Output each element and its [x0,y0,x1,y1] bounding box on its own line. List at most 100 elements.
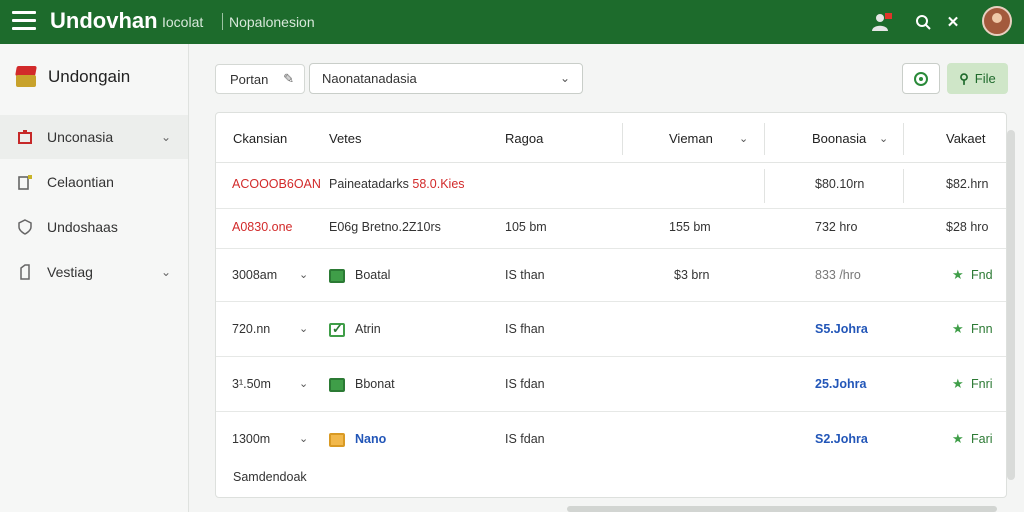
top-app-bar: Undovhan Iocolat Nopalonesion ✕ [0,0,1024,44]
portan-chip[interactable]: Portan ✎ [215,64,305,94]
avatar[interactable] [982,6,1012,36]
table-header: Ckansian Vetes Ragoa Vieman ⌄ Boonasia ⌄… [216,113,1006,163]
vertical-scrollbar[interactable] [1005,130,1017,482]
nav-separator [222,13,223,30]
data-table: Ckansian Vetes Ragoa Vieman ⌄ Boonasia ⌄… [215,112,1007,498]
star-icon[interactable]: ★ [952,431,964,447]
chevron-down-icon[interactable]: ⌄ [299,377,308,390]
sidebar-item-undoshaas[interactable]: Undoshaas [0,205,188,249]
status-box-icon[interactable] [329,269,345,283]
scroll-thumb[interactable] [1007,130,1015,480]
star-icon[interactable]: ★ [952,267,964,283]
cell-status: Fnri [971,377,993,391]
cell-value: 105 bm [505,220,547,234]
table-row[interactable]: 3008am ⌄ Boatal IS than $3 brn 833 /hro … [216,249,1006,302]
sidebar-item-label: Undoshaas [47,219,118,235]
column-divider [622,123,623,155]
chevron-down-icon[interactable]: ⌄ [299,322,308,335]
table-row[interactable]: ACOOOB6OAN Paineatadarks 58.0.Kies $80.1… [216,163,1006,209]
app-title: Undovhan [50,8,158,33]
cell-name: Nano [355,432,387,446]
cell-value: S2.Johra [815,432,868,446]
table-row[interactable]: 720.nn ⌄ Atrin IS fhan S5.Johra ★ Fnn [216,302,1006,357]
pencil-icon[interactable]: ✎ [283,71,294,87]
sidebar-item-label: Celaontian [47,174,114,190]
column-header[interactable]: Ragoa [505,131,543,146]
cell-detail: Paineatadarks 58.0.Kies [329,177,465,191]
cell-value: 732 hro [815,220,858,234]
column-header[interactable]: Vakaet [946,131,986,146]
filter-select[interactable]: Naonatanadasia ⌄ [309,63,583,94]
search-icon[interactable] [911,10,935,34]
chevron-down-icon[interactable]: ⌄ [161,265,171,279]
nav-link-nopalonesion[interactable]: Nopalonesion [229,14,315,30]
brand-cube-icon [14,66,38,88]
cell-value: S5.Johra [815,322,868,336]
chevron-down-icon[interactable]: ⌄ [161,130,171,144]
star-icon[interactable]: ★ [952,376,964,392]
column-header[interactable]: Boonasia [812,131,866,146]
table-row[interactable]: 1300m ⌄ Nano IS fdan S2.Johra ★ Fari Sam… [216,412,1006,497]
target-button[interactable] [902,63,940,94]
column-header[interactable]: Ckansian [233,131,287,146]
sidebar-item-unconasia[interactable]: Unconasia ⌄ [0,115,188,159]
sidebar-item-label: Vestiag [47,264,93,280]
table-row[interactable]: 3¹.50m ⌄ Bbonat IS fdan 25.Johra ★ Fnri [216,357,1006,412]
cell-value: IS fdan [505,432,545,446]
shield-icon [16,218,34,236]
target-icon [914,71,928,86]
sidebar-brand[interactable]: Undongain [14,66,130,88]
sidebar: Undongain Unconasia ⌄ Celaontian Undosha… [0,44,189,512]
scroll-thumb[interactable] [567,506,997,512]
file-button[interactable]: ⚲ File [947,63,1008,94]
chevron-down-icon[interactable]: ⌄ [739,132,748,145]
cell-time: 1300m [232,432,271,446]
sidebar-item-label: Unconasia [47,129,114,145]
cell-value: 833 /hro [815,268,861,282]
chevron-down-icon[interactable]: ⌄ [879,132,888,145]
chip-label: Portan [230,71,269,87]
brand-label: Undongain [48,67,131,86]
horizontal-scrollbar[interactable] [232,504,1002,512]
folder-icon [16,173,34,191]
cell-id: A0830.one [232,220,293,234]
sidebar-item-celaontian[interactable]: Celaontian [0,160,188,204]
cell-time: 720.nn [232,322,271,336]
chevron-down-icon: ⌄ [559,71,570,85]
nav-link-iocolat[interactable]: Iocolat [162,14,203,30]
sidebar-item-vestiag[interactable]: Vestiag ⌄ [0,250,188,294]
search-icon: ⚲ [959,70,969,86]
cell-status: Fnn [971,322,993,336]
cell-value: IS fdan [505,377,545,391]
cell-status: Fari [971,432,993,446]
status-box-icon[interactable] [329,378,345,392]
close-icon[interactable]: ✕ [941,10,965,34]
column-divider [903,169,904,203]
cell-value: $28 hro [946,220,989,234]
column-divider [764,123,765,155]
cell-detail-text: Paineatadarks [329,177,409,191]
status-box-icon[interactable] [329,433,345,447]
cell-name: Boatal [355,268,391,282]
cell-value: IS fhan [505,322,545,336]
document-icon [16,263,34,281]
table-footer[interactable]: Samdendoak [233,470,307,484]
star-icon[interactable]: ★ [952,321,964,337]
menu-icon[interactable] [12,11,36,31]
chevron-down-icon[interactable]: ⌄ [299,432,308,445]
cell-value: 25.Johra [815,377,867,391]
cell-detail-highlight: 58.0.Kies [412,177,465,191]
column-header[interactable]: Vetes [329,131,362,146]
cell-status: Fnd [971,268,993,282]
cell-id: ACOOOB6OAN [232,177,321,191]
column-divider [764,169,765,203]
column-divider [903,123,904,155]
table-row[interactable]: A0830.one E06g Bretno.2Z10rs 105 bm 155 … [216,209,1006,249]
column-header[interactable]: Vieman [669,131,713,146]
checkbox-icon[interactable] [329,321,345,337]
cell-time: 3¹.50m [232,377,271,391]
chevron-down-icon[interactable]: ⌄ [299,268,308,281]
cell-value: 155 bm [669,220,711,234]
cell-detail: E06g Bretno.2Z10rs [329,220,441,234]
user-alert-icon[interactable] [870,10,894,34]
